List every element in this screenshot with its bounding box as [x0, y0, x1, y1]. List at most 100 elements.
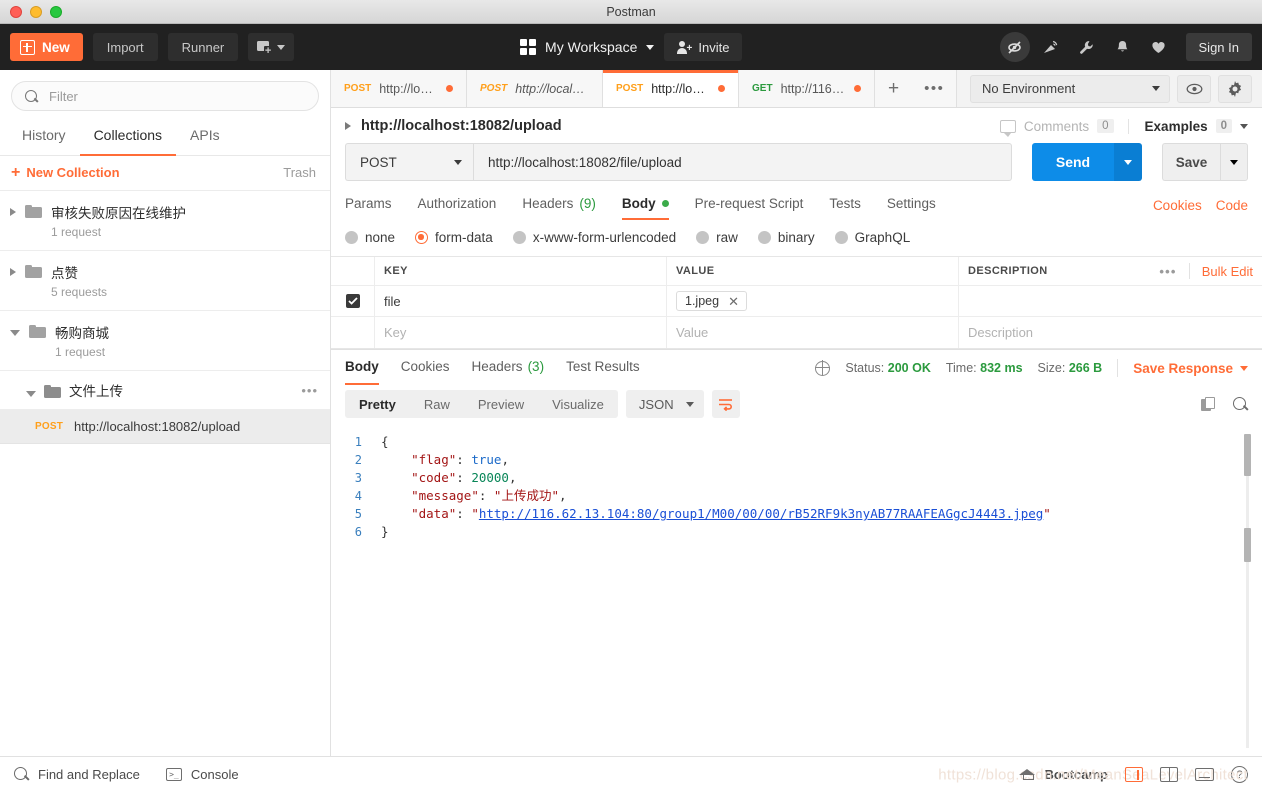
- body-type-form-data[interactable]: form-data: [415, 230, 493, 245]
- two-pane-layout-icon[interactable]: [1125, 767, 1143, 782]
- code-link[interactable]: Code: [1216, 198, 1248, 213]
- send-options-button[interactable]: [1114, 143, 1142, 181]
- body-type-none[interactable]: none: [345, 230, 395, 245]
- row-key[interactable]: file: [375, 286, 667, 316]
- response-tab-test-results[interactable]: Test Results: [566, 351, 640, 385]
- row-value-cell[interactable]: 1.jpeg ✕: [667, 286, 959, 316]
- body-type-x-www-form-urlencoded[interactable]: x-www-form-urlencoded: [512, 230, 676, 245]
- sign-in-button[interactable]: Sign In: [1185, 33, 1252, 61]
- table-row[interactable]: file 1.jpeg ✕: [331, 286, 1262, 317]
- tab-authorization[interactable]: Authorization: [418, 191, 497, 220]
- bootcamp-button[interactable]: Bootcamp: [1019, 767, 1108, 782]
- trash-link[interactable]: Trash: [283, 165, 316, 180]
- body-type-graphql[interactable]: GraphQL: [834, 230, 910, 245]
- close-icon[interactable]: ✕: [728, 295, 739, 308]
- word-wrap-button[interactable]: [711, 390, 740, 418]
- maximize-window-button[interactable]: [50, 5, 62, 18]
- view-mode-pretty[interactable]: Pretty: [345, 390, 410, 418]
- request-tab-0[interactable]: POST http://localh...: [331, 70, 467, 107]
- row-description[interactable]: [959, 286, 1262, 316]
- environment-selector[interactable]: No Environment: [970, 74, 1170, 103]
- new-window-button[interactable]: +: [248, 33, 295, 61]
- console-button[interactable]: >_ Console: [165, 767, 239, 782]
- method-selector[interactable]: POST: [345, 143, 473, 181]
- broadcast-icon[interactable]: [1036, 32, 1066, 62]
- table-row-empty[interactable]: Key Value Description: [331, 317, 1262, 348]
- cookies-link[interactable]: Cookies: [1153, 198, 1202, 213]
- response-tab-body[interactable]: Body: [345, 351, 379, 385]
- collection-item-2[interactable]: 畅购商城 1 request: [0, 311, 330, 371]
- settings-gear-icon[interactable]: [1218, 74, 1252, 103]
- tab-headers[interactable]: Headers (9): [522, 191, 596, 220]
- chevron-down-icon[interactable]: [26, 391, 36, 397]
- new-description-input[interactable]: Description: [959, 317, 1262, 348]
- collection-item-1[interactable]: 点赞 5 requests: [0, 251, 330, 311]
- new-button[interactable]: New: [10, 33, 83, 61]
- heart-icon[interactable]: [1144, 32, 1174, 62]
- sync-off-icon[interactable]: [999, 32, 1030, 62]
- save-options-button[interactable]: [1220, 143, 1248, 181]
- filter-box[interactable]: [11, 81, 319, 111]
- sidebar-tab-history[interactable]: History: [8, 118, 80, 156]
- table-more-icon[interactable]: •••: [1159, 264, 1176, 279]
- chevron-right-icon[interactable]: [10, 268, 16, 276]
- save-button[interactable]: Save: [1162, 143, 1220, 181]
- copy-icon[interactable]: [1201, 396, 1215, 412]
- body-type-binary[interactable]: binary: [757, 230, 815, 245]
- import-button[interactable]: Import: [92, 33, 158, 61]
- send-button[interactable]: Send: [1032, 143, 1114, 181]
- view-mode-preview[interactable]: Preview: [464, 390, 538, 418]
- sidebar-request-item[interactable]: POST http://localhost:18082/upload: [0, 410, 330, 444]
- chevron-right-icon[interactable]: [345, 122, 351, 130]
- environment-quick-look-button[interactable]: [1177, 74, 1211, 103]
- sidebar-tab-collections[interactable]: Collections: [79, 118, 177, 156]
- json-code[interactable]: { "flag": true, "code": 20000, "message"…: [371, 426, 1262, 756]
- body-type-raw[interactable]: raw: [696, 230, 738, 245]
- response-tab-cookies[interactable]: Cookies: [401, 351, 450, 385]
- invite-button[interactable]: + Invite: [664, 33, 743, 61]
- tab-body[interactable]: Body: [621, 191, 669, 220]
- response-tab-headers[interactable]: Headers (3): [472, 351, 545, 385]
- tab-tests[interactable]: Tests: [829, 191, 861, 220]
- sub-folder-item[interactable]: 文件上传 •••: [0, 371, 330, 410]
- new-tab-button[interactable]: +: [875, 70, 913, 107]
- collection-item-0[interactable]: 审核失败原因在线维护 1 request: [0, 191, 330, 251]
- response-scrollbar-track[interactable]: [1246, 434, 1249, 748]
- comments-button[interactable]: Comments 0: [999, 119, 1128, 137]
- chevron-right-icon[interactable]: [10, 208, 16, 216]
- view-mode-visualize[interactable]: Visualize: [538, 390, 618, 418]
- runner-button[interactable]: Runner: [167, 33, 239, 61]
- url-input[interactable]: [473, 143, 1012, 181]
- search-icon[interactable]: [1233, 396, 1248, 412]
- request-tab-2[interactable]: POST http://localh...: [603, 70, 739, 107]
- minimize-window-button[interactable]: [30, 5, 42, 18]
- tab-pre-request-script[interactable]: Pre-request Script: [695, 191, 804, 220]
- find-and-replace-button[interactable]: Find and Replace: [14, 767, 140, 782]
- bulk-edit-button[interactable]: Bulk Edit: [1202, 264, 1253, 279]
- response-format-selector[interactable]: JSON: [625, 390, 704, 418]
- help-icon[interactable]: ?: [1231, 766, 1248, 783]
- new-key-input[interactable]: Key: [375, 317, 667, 348]
- new-collection-button[interactable]: + New Collection: [11, 164, 120, 180]
- json-value-data-link[interactable]: http://116.62.13.104:80/group1/M00/00/00…: [479, 506, 1043, 521]
- row-checkbox[interactable]: [345, 294, 360, 308]
- folder-more-icon[interactable]: •••: [301, 383, 318, 398]
- request-tab-3[interactable]: GET http://116.62....: [739, 70, 875, 107]
- split-layout-icon[interactable]: [1160, 767, 1178, 782]
- close-window-button[interactable]: [10, 5, 22, 18]
- tabs-more-icon[interactable]: •••: [912, 70, 958, 107]
- response-scrollbar-thumb-bottom[interactable]: [1244, 528, 1251, 562]
- new-value-input[interactable]: Value: [667, 317, 959, 348]
- examples-button[interactable]: Examples 0: [1127, 118, 1248, 134]
- filter-input[interactable]: [49, 88, 305, 104]
- save-response-button[interactable]: Save Response: [1133, 361, 1248, 376]
- request-tab-1[interactable]: POST http://localh...: [467, 70, 603, 107]
- bell-icon[interactable]: [1108, 32, 1138, 62]
- chevron-down-icon[interactable]: [10, 330, 20, 336]
- keyboard-shortcuts-icon[interactable]: [1195, 768, 1214, 781]
- view-mode-raw[interactable]: Raw: [410, 390, 464, 418]
- tab-params[interactable]: Params: [345, 191, 392, 220]
- file-chip[interactable]: 1.jpeg ✕: [676, 291, 747, 311]
- response-scrollbar-thumb-top[interactable]: [1244, 434, 1251, 476]
- wrench-icon[interactable]: [1072, 32, 1102, 62]
